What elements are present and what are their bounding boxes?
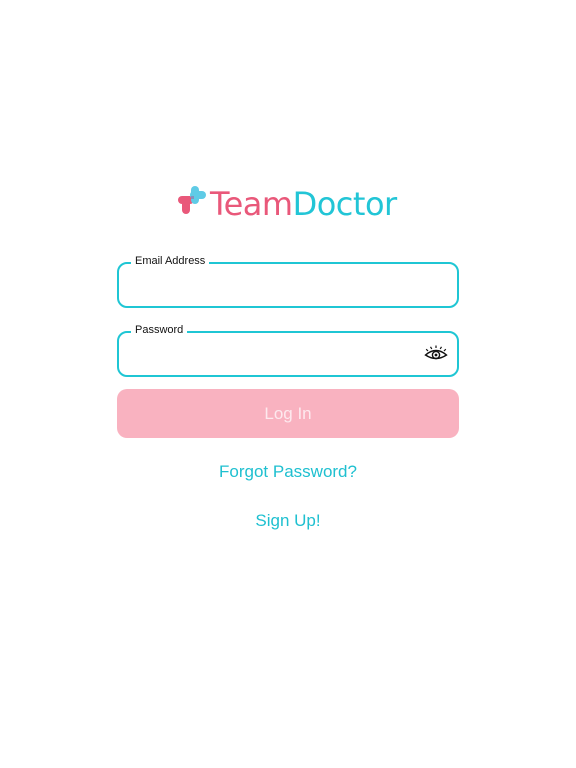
sign-up-link[interactable]: Sign Up! — [0, 510, 576, 532]
password-input[interactable] — [133, 341, 411, 367]
app-name-doctor: Doctor — [292, 185, 398, 223]
app-logo: TeamDoctor — [176, 180, 397, 228]
show-password-toggle[interactable] — [423, 343, 449, 365]
forgot-password-link[interactable]: Forgot Password? — [0, 461, 576, 483]
email-field[interactable]: Email Address — [117, 254, 459, 308]
password-label: Password — [131, 323, 188, 337]
medical-cross-icon — [178, 186, 206, 214]
password-field[interactable]: Password — [117, 323, 459, 377]
email-input[interactable] — [133, 272, 443, 298]
app-name: TeamDoctor — [210, 180, 397, 228]
email-label: Email Address — [131, 254, 210, 268]
eye-icon — [424, 345, 448, 360]
app-name-team: Team — [210, 185, 293, 223]
login-button[interactable]: Log In — [117, 389, 459, 438]
login-screen: TeamDoctor Email Address Password Log In… — [0, 0, 576, 768]
